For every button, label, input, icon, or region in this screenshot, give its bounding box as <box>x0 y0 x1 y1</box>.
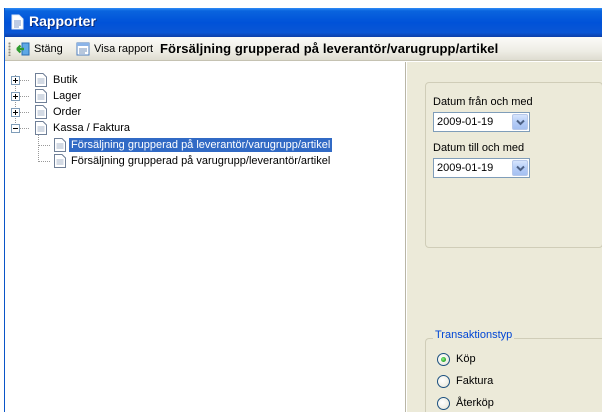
reports-window: Rapporter Stäng Visa rapport Försäljning… <box>4 8 602 412</box>
tree-node-lager[interactable]: Lager <box>5 88 145 104</box>
date-from-value: 2009-01-19 <box>437 116 494 128</box>
tree-node-report-leverantor[interactable]: Försäljning grupperad på leverantör/varu… <box>5 137 345 153</box>
expand-icon[interactable] <box>11 76 20 85</box>
filter-panel: Datum från och med 2009-01-19 Datum till… <box>407 62 602 412</box>
radio-aterkop[interactable]: Återköp <box>437 395 494 411</box>
tree-node-label: Försäljning grupperad på leverantör/varu… <box>69 138 333 152</box>
expand-icon[interactable] <box>11 92 20 101</box>
document-icon <box>54 154 66 168</box>
document-icon <box>35 89 47 103</box>
radio-label: Faktura <box>456 375 494 387</box>
document-icon <box>35 73 47 87</box>
toolbar: Stäng Visa rapport Försäljning grupperad… <box>5 37 602 61</box>
document-icon <box>11 14 24 30</box>
toolbar-grip[interactable] <box>8 42 11 56</box>
exit-icon <box>16 42 30 56</box>
tree-node-kassa-faktura[interactable]: Kassa / Faktura <box>5 120 165 136</box>
report-title: Försäljning grupperad på leverantör/varu… <box>160 41 499 56</box>
dropdown-button[interactable] <box>512 160 528 176</box>
date-to-picker[interactable]: 2009-01-19 <box>433 158 530 178</box>
chevron-down-icon <box>516 165 525 172</box>
tree-node-report-varugrupp[interactable]: Försäljning grupperad på varugrupp/lever… <box>5 153 345 169</box>
close-button[interactable]: Stäng <box>15 40 63 58</box>
title-bar[interactable]: Rapporter <box>5 8 602 37</box>
tree-node-label: Lager <box>53 90 82 102</box>
radio-faktura[interactable]: Faktura <box>437 373 493 389</box>
window-title: Rapporter <box>29 13 96 29</box>
show-report-button[interactable]: Visa rapport <box>75 40 153 58</box>
tree-node-label: Försäljning grupperad på varugrupp/lever… <box>71 155 331 167</box>
document-icon <box>35 121 47 135</box>
report-tree: Butik Lager Order Kassa / Faktura Försäl… <box>5 62 406 412</box>
tree-node-label: Order <box>53 106 82 118</box>
dropdown-button[interactable] <box>512 114 528 130</box>
radio-button[interactable] <box>437 374 450 388</box>
document-icon <box>54 138 66 152</box>
radio-label: Köp <box>456 353 476 365</box>
show-report-button-label: Visa rapport <box>94 43 154 55</box>
tree-node-order[interactable]: Order <box>5 104 145 120</box>
date-from-label: Datum från och med <box>433 96 533 108</box>
tree-node-label: Kassa / Faktura <box>53 122 131 134</box>
date-from-picker[interactable]: 2009-01-19 <box>433 112 530 132</box>
radio-label: Återköp <box>456 397 494 409</box>
tree-node-butik[interactable]: Butik <box>5 72 145 88</box>
radio-button-checked[interactable] <box>437 352 450 366</box>
radio-kop[interactable]: Köp <box>437 351 476 367</box>
close-button-label: Stäng <box>34 43 63 55</box>
tree-node-label: Butik <box>53 74 78 86</box>
radio-button[interactable] <box>437 396 450 410</box>
collapse-icon[interactable] <box>11 124 20 133</box>
report-preview-icon <box>76 42 90 56</box>
date-to-value: 2009-01-19 <box>437 162 494 174</box>
transaction-type-caption: Transaktionstyp <box>433 329 515 341</box>
chevron-down-icon <box>516 119 525 126</box>
expand-icon[interactable] <box>11 108 20 117</box>
date-to-label: Datum till och med <box>433 142 525 154</box>
document-icon <box>35 105 47 119</box>
